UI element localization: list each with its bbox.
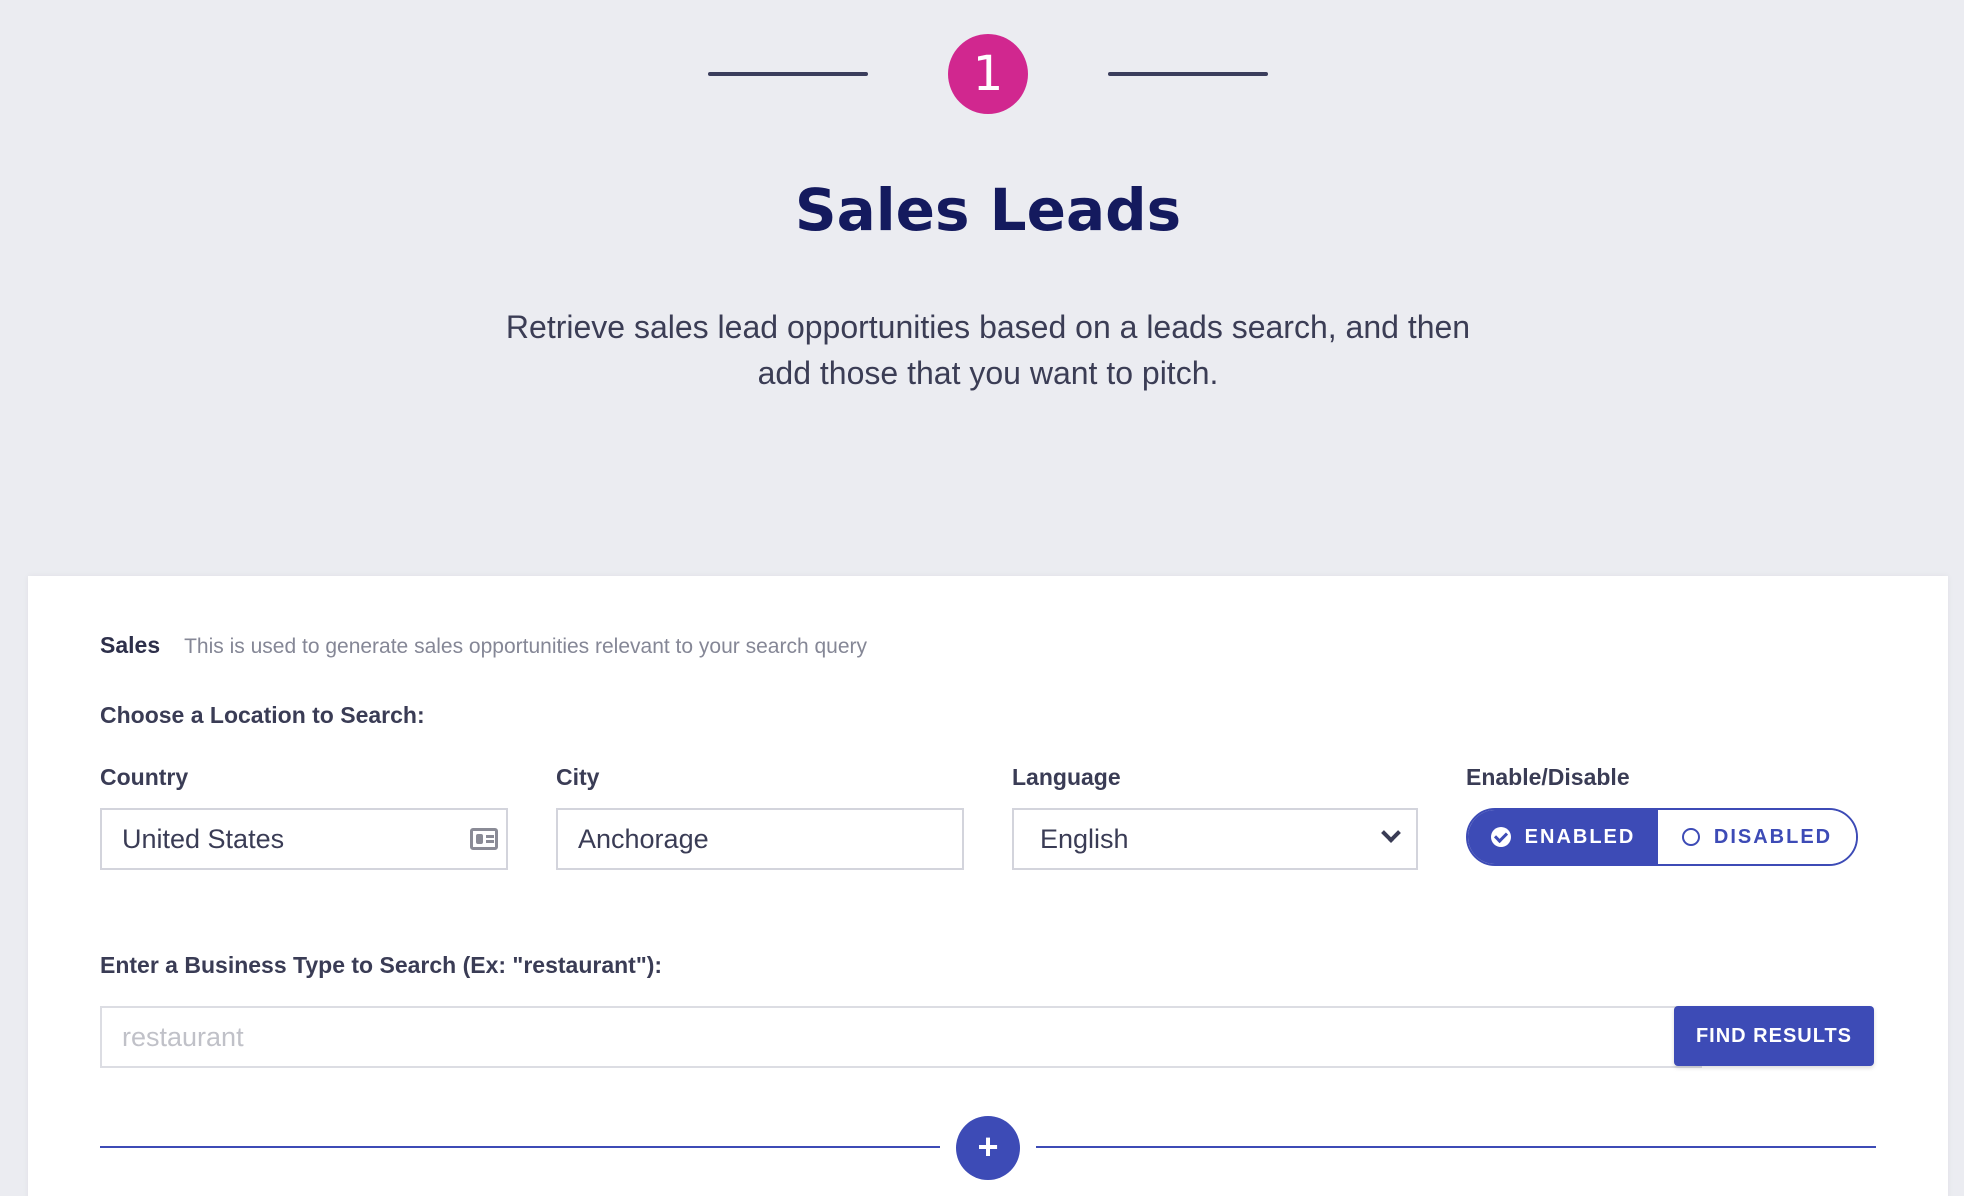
language-select[interactable]: English — [1012, 808, 1418, 870]
contact-card-icon — [470, 828, 498, 850]
toggle-label: Enable/Disable — [1466, 764, 1630, 790]
enable-disable-toggle: ENABLED DISABLED — [1466, 808, 1858, 866]
sales-card: Sales This is used to generate sales opp… — [28, 576, 1948, 1196]
card-heading: Sales — [100, 632, 161, 658]
plus-icon[interactable]: + — [956, 1116, 1020, 1180]
location-section-label: Choose a Location to Search: — [100, 702, 425, 728]
divider-right — [1036, 1146, 1876, 1148]
page-description: Retrieve sales lead opportunities based … — [505, 309, 1471, 391]
country-input[interactable]: United States — [100, 808, 508, 870]
disabled-label: DISABLED — [1713, 825, 1833, 848]
check-circle-icon — [1490, 827, 1511, 847]
enabled-label: ENABLED — [1524, 825, 1636, 848]
language-label: Language — [1012, 764, 1121, 790]
country-value: United States — [122, 824, 285, 854]
language-value: English — [1040, 824, 1129, 854]
city-input[interactable]: Anchorage — [556, 808, 964, 870]
page-title: Sales Leads — [794, 176, 1182, 244]
city-label: City — [556, 764, 600, 790]
card-subheading: This is used to generate sales opportuni… — [184, 635, 867, 658]
country-label: Country — [100, 764, 189, 790]
city-value: Anchorage — [578, 824, 709, 854]
find-results-button[interactable]: FIND RESULTS — [1674, 1006, 1874, 1066]
business-type-placeholder: restaurant — [122, 1022, 244, 1052]
page: 1 Sales Leads Retrieve sales lead opport… — [0, 0, 1964, 1196]
step-line-left — [708, 72, 868, 76]
step-indicator: 1 — [948, 34, 1028, 114]
disabled-option[interactable]: DISABLED — [1658, 810, 1856, 864]
business-type-label: Enter a Business Type to Search (Ex: "re… — [100, 952, 663, 978]
divider-left — [100, 1146, 940, 1148]
chevron-down-icon — [1381, 823, 1401, 843]
business-type-input[interactable]: restaurant — [100, 1006, 1702, 1068]
card-header: Sales This is used to generate sales opp… — [100, 632, 867, 659]
step-line-right — [1108, 72, 1268, 76]
enabled-option[interactable]: ENABLED — [1468, 810, 1658, 864]
circle-icon — [1681, 828, 1700, 846]
